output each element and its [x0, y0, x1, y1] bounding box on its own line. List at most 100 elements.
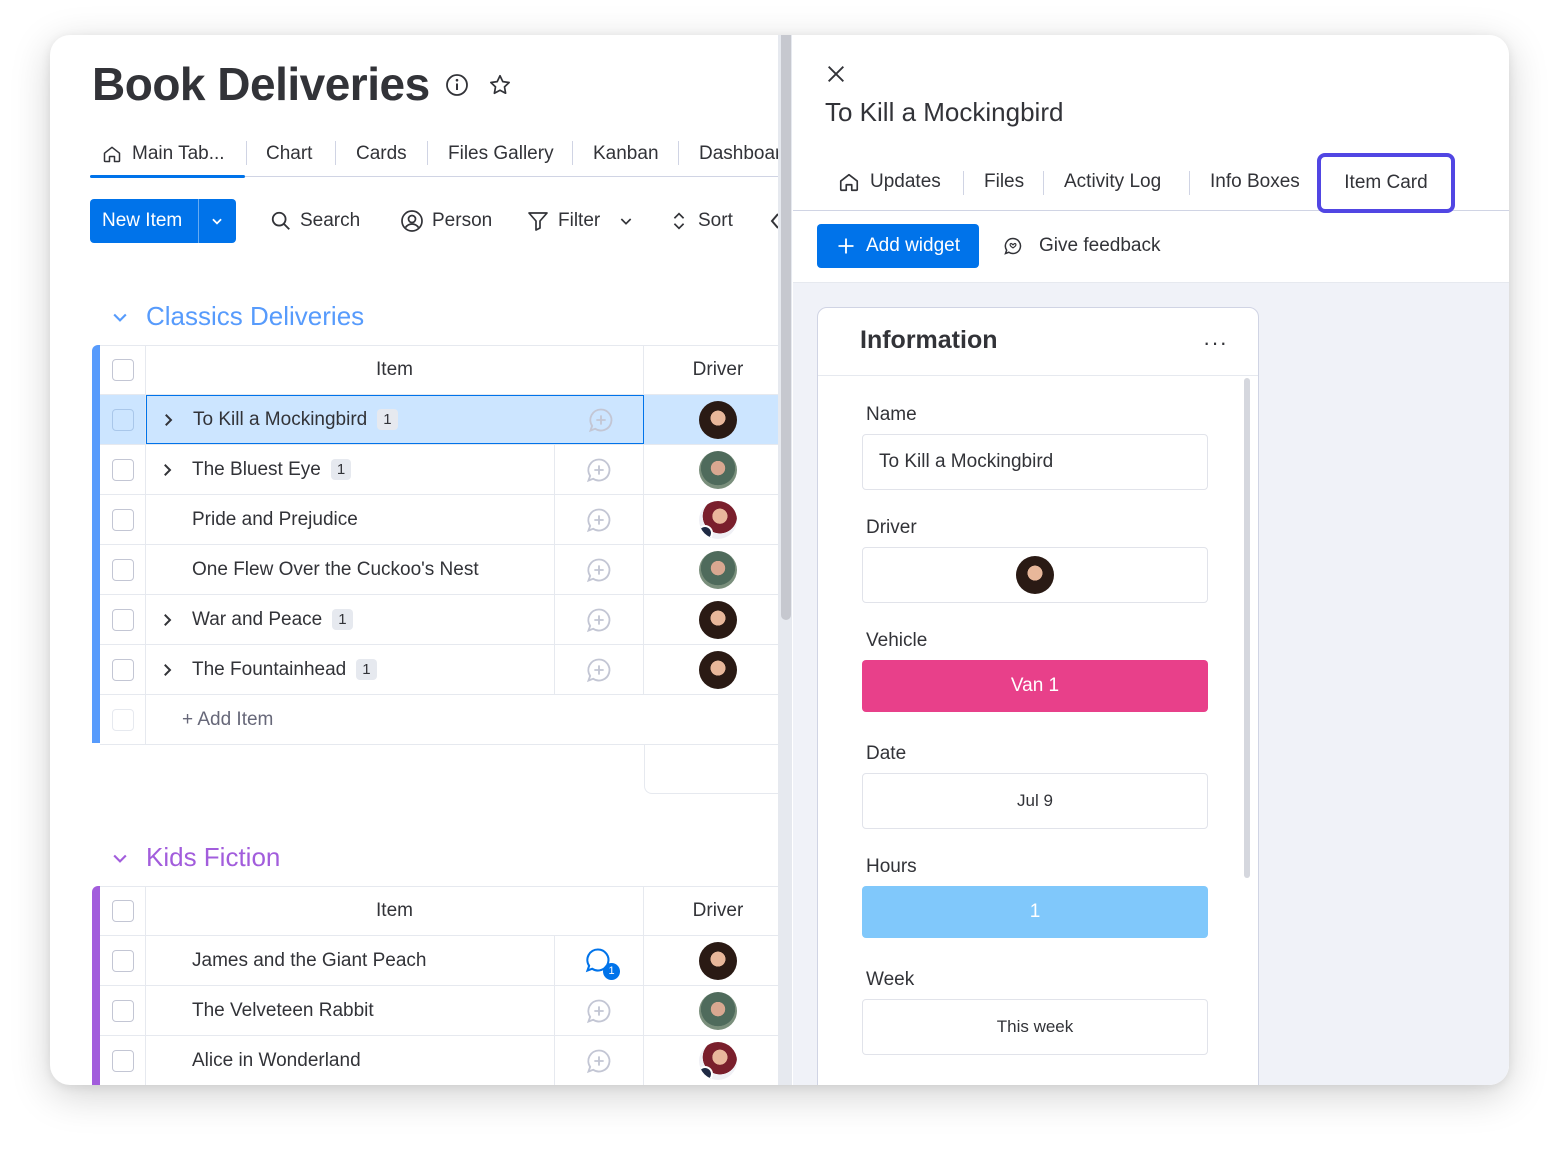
tab-info-boxes[interactable]: Info Boxes — [1210, 153, 1300, 211]
tab-item-card[interactable]: Item Card — [1317, 153, 1455, 213]
driver-cell[interactable] — [644, 495, 780, 544]
chevron-right-icon[interactable] — [159, 411, 177, 429]
sort-button[interactable]: Sort — [668, 199, 733, 243]
driver-field[interactable] — [862, 547, 1208, 603]
item-name[interactable]: Alice in Wonderland — [192, 1050, 361, 1072]
subitem-count[interactable]: 1 — [377, 408, 398, 430]
item-name[interactable]: One Flew Over the Cuckoo's Nest — [192, 559, 479, 581]
updates-cell[interactable] — [554, 1036, 644, 1085]
table-row[interactable]: One Flew Over the Cuckoo's Nest — [100, 545, 780, 595]
driver-avatar[interactable] — [699, 941, 737, 980]
updates-cell[interactable]: 1 — [554, 936, 644, 985]
select-all-checkbox[interactable] — [111, 900, 134, 922]
item-cell[interactable]: Pride and Prejudice — [146, 495, 554, 544]
row-checkbox[interactable] — [111, 999, 134, 1022]
driver-avatar[interactable] — [699, 991, 737, 1030]
item-cell[interactable]: Alice in Wonderland — [146, 1036, 554, 1085]
give-feedback-button[interactable]: Give feedback — [1003, 224, 1160, 268]
item-cell[interactable]: To Kill a Mockingbird 1 — [146, 395, 644, 444]
name-field[interactable]: To Kill a Mockingbird — [862, 434, 1208, 490]
table-row[interactable]: To Kill a Mockingbird 1 — [100, 395, 780, 445]
select-all-cell[interactable] — [100, 346, 146, 394]
subitem-count[interactable]: 1 — [332, 608, 353, 630]
vehicle-status[interactable]: Van 1 — [862, 660, 1208, 712]
tab-chart[interactable]: Chart — [266, 131, 312, 177]
updates-cell[interactable] — [554, 545, 644, 594]
group-title[interactable]: Kids Fiction — [146, 842, 280, 873]
table-row[interactable]: The Bluest Eye 1 — [100, 445, 780, 495]
person-filter-button[interactable]: Person — [400, 199, 492, 243]
updates-cell[interactable] — [554, 595, 644, 644]
table-row[interactable]: Alice in Wonderland — [100, 1036, 780, 1085]
column-header-driver[interactable]: Driver — [644, 887, 780, 935]
updates-cell[interactable] — [554, 445, 644, 494]
chevron-right-icon[interactable] — [158, 461, 176, 479]
add-update-icon[interactable] — [585, 556, 613, 584]
table-row[interactable]: James and the Giant Peach 1 — [100, 936, 780, 986]
chevron-down-icon[interactable] — [110, 848, 130, 868]
tab-main-table[interactable]: Main Tab... — [90, 131, 245, 178]
driver-avatar[interactable] — [699, 650, 737, 689]
tab-dashboard[interactable]: Dashboar — [699, 131, 780, 177]
tab-kanban[interactable]: Kanban — [593, 131, 659, 177]
hours-field[interactable]: 1 — [862, 886, 1208, 938]
filter-button[interactable]: Filter — [526, 199, 634, 243]
column-header-driver[interactable]: Driver — [644, 346, 780, 394]
chevron-right-icon[interactable] — [158, 661, 176, 679]
driver-cell[interactable] — [644, 545, 780, 594]
add-item-label[interactable]: + Add Item — [182, 709, 273, 731]
new-item-button[interactable]: New Item — [90, 199, 236, 243]
info-icon[interactable] — [445, 73, 469, 97]
star-icon[interactable] — [488, 73, 512, 97]
updates-cell[interactable] — [554, 645, 644, 694]
row-checkbox[interactable] — [111, 558, 134, 581]
row-checkbox[interactable] — [111, 1049, 134, 1072]
add-update-icon[interactable] — [587, 406, 615, 434]
tab-files-gallery[interactable]: Files Gallery — [448, 131, 554, 177]
item-name[interactable]: To Kill a Mockingbird — [193, 409, 367, 430]
driver-avatar[interactable] — [1016, 556, 1054, 594]
driver-cell[interactable] — [644, 395, 780, 444]
updates-cell[interactable] — [554, 986, 644, 1035]
add-widget-button[interactable]: Add widget — [817, 224, 979, 268]
table-row[interactable]: The Fountainhead 1 — [100, 645, 780, 695]
date-field[interactable]: Jul 9 — [862, 773, 1208, 829]
week-field[interactable]: This week — [862, 999, 1208, 1055]
new-item-dropdown[interactable] — [198, 199, 236, 243]
chevron-right-icon[interactable] — [158, 611, 176, 629]
item-title[interactable]: To Kill a Mockingbird — [825, 97, 1063, 128]
search-button[interactable]: Search — [270, 199, 360, 243]
subitem-count[interactable]: 1 — [330, 458, 352, 480]
add-update-icon[interactable] — [585, 456, 613, 484]
table-row[interactable]: Pride and Prejudice — [100, 495, 780, 545]
driver-avatar[interactable] — [699, 500, 737, 539]
tab-files[interactable]: Files — [984, 153, 1024, 211]
chevron-down-icon[interactable] — [618, 213, 634, 229]
select-all-checkbox[interactable] — [111, 359, 134, 381]
item-cell[interactable]: War and Peace 1 — [146, 595, 554, 644]
item-cell[interactable]: The Fountainhead 1 — [146, 645, 554, 694]
row-checkbox[interactable] — [111, 508, 134, 531]
column-header-item[interactable]: Item — [146, 346, 644, 394]
group-title[interactable]: Classics Deliveries — [146, 301, 364, 332]
add-update-icon[interactable] — [585, 997, 613, 1025]
select-all-cell[interactable] — [100, 887, 146, 935]
table-row[interactable]: The Velveteen Rabbit — [100, 986, 780, 1036]
item-name[interactable]: The Velveteen Rabbit — [192, 1000, 374, 1022]
driver-avatar[interactable] — [699, 450, 737, 489]
add-item-cell[interactable]: + Add Item — [146, 695, 746, 744]
driver-avatar[interactable] — [699, 1041, 737, 1080]
driver-cell[interactable] — [644, 936, 780, 985]
chevron-down-icon[interactable] — [110, 307, 130, 327]
driver-avatar[interactable] — [699, 600, 737, 639]
tab-activity-log[interactable]: Activity Log — [1064, 153, 1161, 211]
row-checkbox[interactable] — [111, 608, 134, 631]
item-cell[interactable]: The Bluest Eye 1 — [146, 445, 554, 494]
driver-cell[interactable] — [644, 645, 780, 694]
updates-indicator[interactable]: 1 — [584, 946, 620, 980]
item-name[interactable]: James and the Giant Peach — [192, 950, 426, 972]
add-update-icon[interactable] — [585, 606, 613, 634]
driver-avatar[interactable] — [699, 550, 737, 589]
group-header-kids[interactable]: Kids Fiction — [110, 842, 280, 873]
item-name[interactable]: The Fountainhead — [192, 659, 346, 680]
